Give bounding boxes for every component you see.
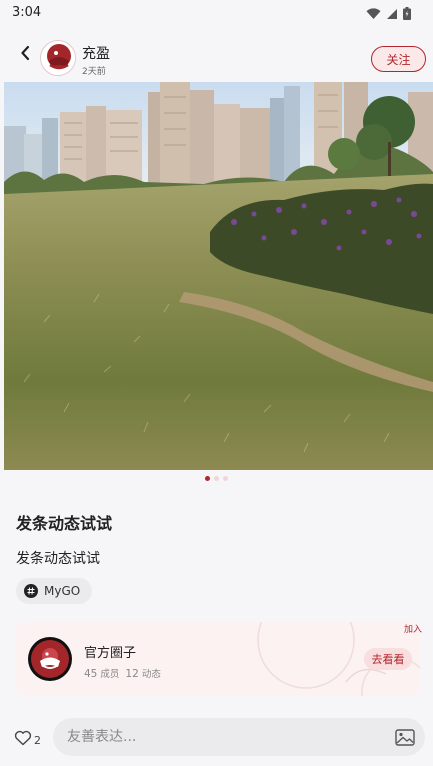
join-circle-link[interactable]: 加入 [404, 622, 422, 635]
pagination-dot-2[interactable] [214, 476, 219, 481]
chevron-left-icon [20, 45, 30, 65]
bottom-action-bar: 2 [0, 710, 433, 766]
image-icon[interactable] [395, 729, 415, 746]
username[interactable]: 充盈 [82, 43, 110, 63]
posts-count: 12 [125, 668, 139, 680]
post-title: 发条动态试试 [16, 514, 113, 533]
follow-button[interactable]: 关注 [371, 46, 426, 72]
back-button[interactable] [14, 44, 36, 66]
circle-card[interactable]: 官方圈子 45 成员 12 动态 [16, 622, 420, 696]
status-time: 3:04 [12, 5, 42, 20]
circle-stats: 45 成员 12 动态 [84, 666, 161, 680]
user-avatar[interactable] [40, 40, 76, 76]
circle-avatar [28, 637, 72, 681]
pagination-dot-3[interactable] [223, 476, 228, 481]
card-decoration [257, 622, 420, 696]
circle-name: 官方圈子 [84, 646, 137, 661]
pagination-dot-1[interactable] [205, 476, 210, 481]
posts-label: 动态 [141, 669, 161, 680]
wifi-icon [366, 5, 381, 24]
members-count: 45 [84, 668, 98, 680]
signal-icon [386, 5, 398, 24]
post-image[interactable] [4, 82, 433, 470]
members-label: 成员 [100, 669, 120, 680]
battery-icon [403, 5, 411, 24]
like-button[interactable]: 2 [14, 730, 41, 750]
topic-tag-chip[interactable]: MyGO [16, 578, 93, 604]
hashtag-icon [24, 584, 38, 598]
visit-circle-button[interactable]: 去看看 [364, 648, 412, 670]
status-icons [366, 5, 411, 24]
comment-input[interactable] [53, 718, 425, 756]
heart-icon [14, 730, 32, 750]
post-body: 发条动态试试 [16, 551, 100, 567]
image-pagination [0, 476, 433, 481]
post-time: 2天前 [82, 67, 106, 77]
post-header: 充盈 2天前 关注 [0, 26, 433, 82]
like-count: 2 [34, 733, 41, 747]
status-bar: 3:04 [0, 0, 433, 26]
topic-tag-label: MyGO [44, 584, 81, 598]
